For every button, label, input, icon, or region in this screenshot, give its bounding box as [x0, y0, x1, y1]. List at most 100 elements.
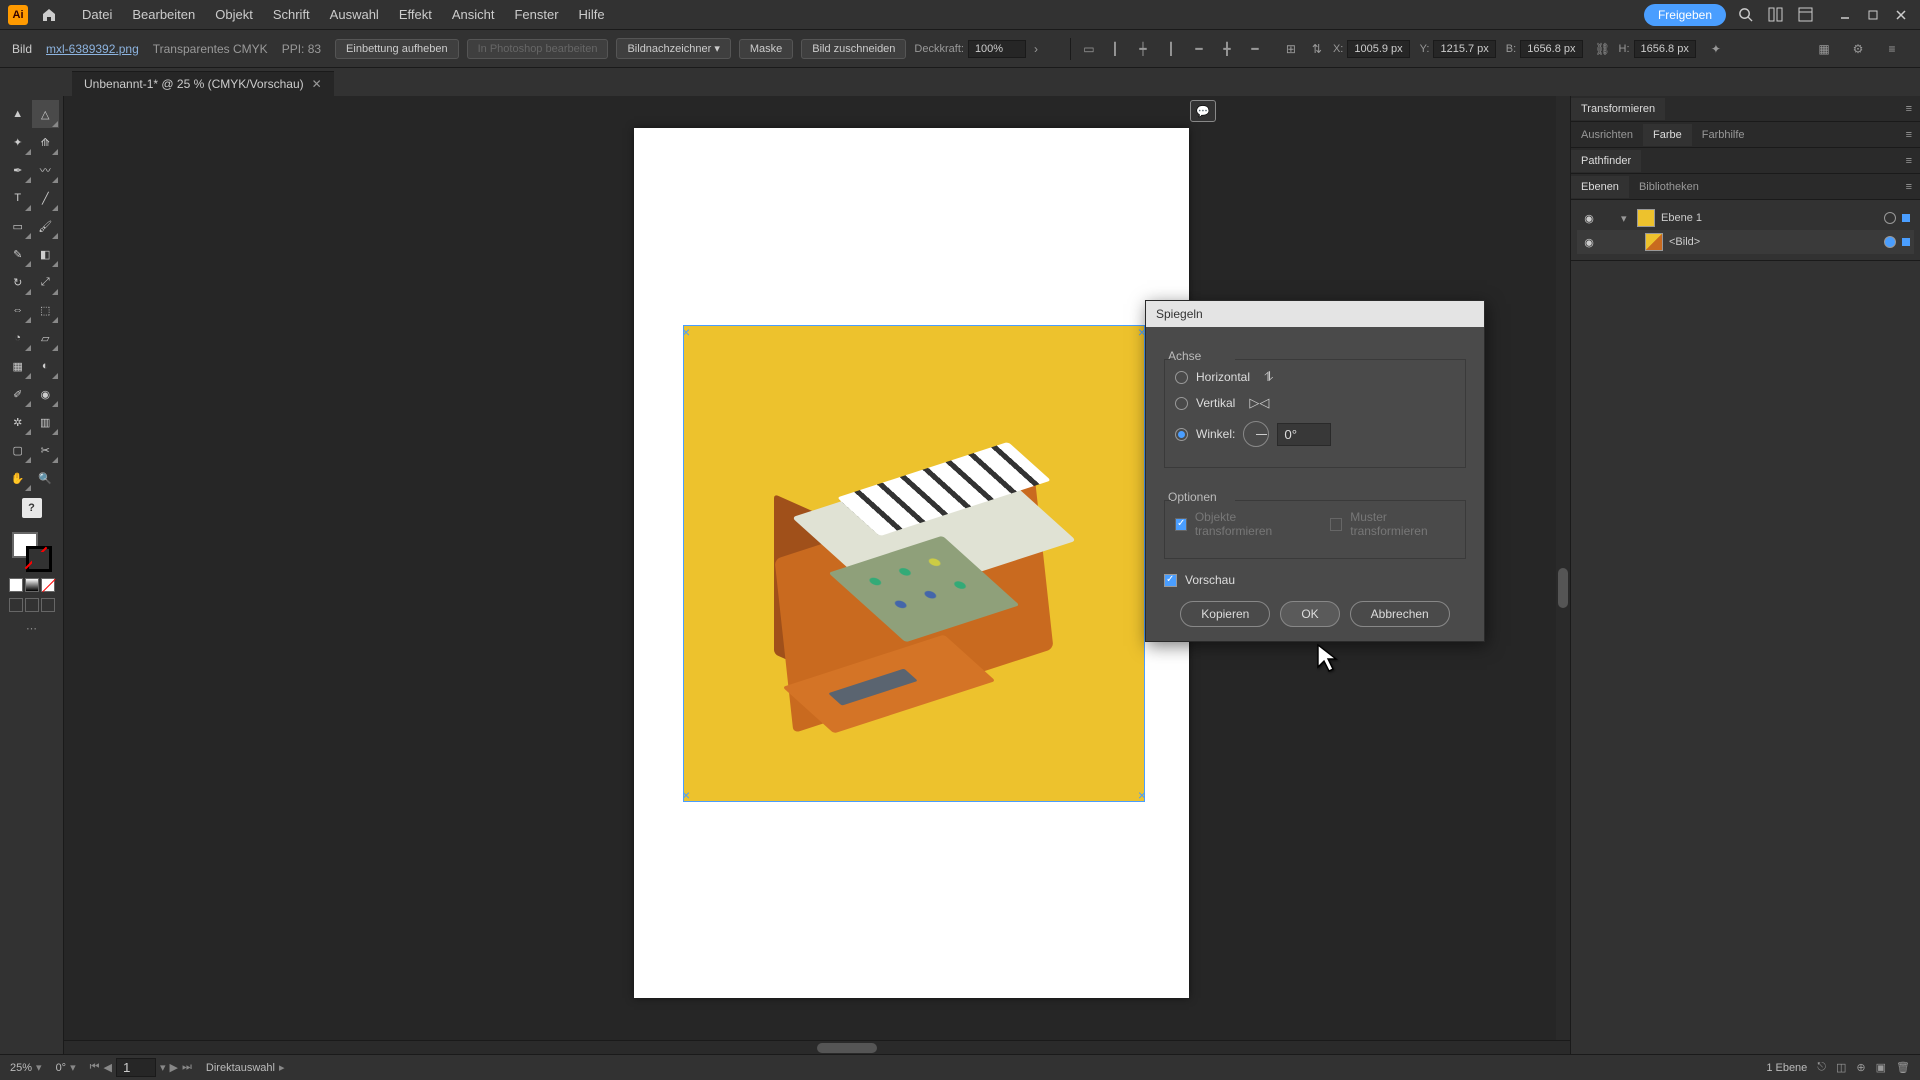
horizontal-scrollbar[interactable] [64, 1040, 1570, 1054]
color-mode-none[interactable] [41, 578, 55, 592]
placed-image[interactable]: × × × × [684, 326, 1144, 801]
magic-wand-tool[interactable]: ✦ [4, 128, 32, 156]
close-tab-icon[interactable]: ✕ [312, 77, 322, 91]
search-icon[interactable] [1734, 4, 1756, 26]
layer-sub-row[interactable]: ◉ <Bild> [1577, 230, 1914, 254]
panel-flyout-icon[interactable]: ≡ [1898, 155, 1920, 167]
visibility-toggle-icon[interactable]: ◉ [1581, 236, 1597, 249]
mask-button[interactable]: Maske [739, 39, 793, 59]
arrange-documents-icon[interactable] [1764, 4, 1786, 26]
paintbrush-tool[interactable]: 🖌 [32, 212, 60, 240]
horizontal-radio[interactable] [1175, 371, 1188, 384]
home-icon[interactable] [38, 4, 60, 26]
workspace-icon[interactable] [1794, 4, 1816, 26]
angle-radio[interactable] [1175, 428, 1188, 441]
menu-effect[interactable]: Effekt [389, 7, 442, 22]
color-panel-tab[interactable]: Farbe [1643, 124, 1692, 146]
direct-selection-tool[interactable]: △ [32, 100, 60, 128]
scrollbar-thumb[interactable] [817, 1043, 877, 1053]
y-field[interactable]: 1215.7 px [1433, 40, 1495, 58]
last-artboard-icon[interactable]: ⏭ [182, 1061, 192, 1074]
target-icon[interactable] [1884, 236, 1896, 248]
visibility-toggle-icon[interactable]: ◉ [1581, 212, 1597, 225]
menu-help[interactable]: Hilfe [569, 7, 615, 22]
image-trace-button[interactable]: Bildnachzeichner ▾ [616, 38, 730, 59]
panel-menu-icon[interactable]: ≡ [1882, 39, 1902, 59]
opacity-stepper-icon[interactable]: › [1026, 39, 1046, 59]
comments-panel-icon[interactable]: 💬 [1190, 100, 1216, 122]
document-setup-icon[interactable]: ▭ [1079, 39, 1099, 59]
minimize-icon[interactable] [1834, 4, 1856, 26]
menu-file[interactable]: Datei [72, 7, 122, 22]
blend-tool[interactable]: ◉ [32, 380, 60, 408]
eyedropper-tool[interactable]: ✐ [4, 380, 32, 408]
artboard-number-field[interactable] [116, 1058, 156, 1077]
first-artboard-icon[interactable]: ⏮ [90, 1061, 100, 1074]
panel-flyout-icon[interactable]: ≡ [1898, 129, 1920, 141]
align-center-icon[interactable]: ┿ [1133, 39, 1153, 59]
width-tool[interactable]: ⇔ [4, 296, 32, 324]
edit-toolbar-icon[interactable]: ⋯ [4, 622, 59, 635]
status-menu-icon[interactable]: ▸ [279, 1061, 285, 1074]
crop-image-button[interactable]: Bild zuschneiden [801, 39, 906, 59]
color-mode-solid[interactable] [9, 578, 23, 592]
disclosure-triangle-icon[interactable]: ▾ [1621, 212, 1631, 225]
shape-properties-icon[interactable]: ✦ [1706, 39, 1726, 59]
menu-select[interactable]: Auswahl [320, 7, 389, 22]
symbol-sprayer-tool[interactable]: ✲ [4, 408, 32, 436]
selection-handle-icon[interactable]: × [682, 787, 690, 803]
width-field[interactable]: 1656.8 px [1520, 40, 1582, 58]
rotate-tool[interactable]: ↻ [4, 268, 32, 296]
panel-flyout-icon[interactable]: ≡ [1898, 103, 1920, 115]
align-middle-icon[interactable]: ╋ [1217, 39, 1237, 59]
hand-tool[interactable]: ✋ [4, 464, 32, 492]
align-top-icon[interactable]: ━ [1189, 39, 1209, 59]
prev-artboard-icon[interactable]: ◀ [104, 1061, 112, 1074]
maximize-icon[interactable] [1862, 4, 1884, 26]
gpu-preview-icon[interactable]: ▦ [1814, 39, 1834, 59]
panel-flyout-icon[interactable]: ≡ [1898, 181, 1920, 193]
preview-checkbox[interactable] [1164, 574, 1177, 587]
menu-window[interactable]: Fenster [504, 7, 568, 22]
angle-input[interactable] [1277, 423, 1331, 446]
layer-name[interactable]: Ebene 1 [1661, 212, 1878, 224]
next-artboard-icon[interactable]: ▶ [170, 1061, 178, 1074]
scrollbar-thumb[interactable] [1558, 568, 1568, 608]
menu-view[interactable]: Ansicht [442, 7, 505, 22]
share-button[interactable]: Freigeben [1644, 4, 1726, 26]
slice-tool[interactable]: ✂ [32, 436, 60, 464]
graph-tool[interactable]: ▥ [32, 408, 60, 436]
opacity-value[interactable]: 100% [968, 40, 1026, 58]
fill-stroke-swatch[interactable] [12, 532, 52, 572]
align-bottom-icon[interactable]: ━ [1245, 39, 1265, 59]
document-tab[interactable]: Unbenannt-1* @ 25 % (CMYK/Vorschau) ✕ [72, 71, 334, 96]
linked-file-name[interactable]: mxl-6389392.png [46, 42, 139, 56]
new-sublayer-icon[interactable]: ⊕ [1856, 1061, 1865, 1074]
selection-handle-icon[interactable]: × [682, 324, 690, 340]
close-window-icon[interactable] [1890, 4, 1912, 26]
libraries-panel-tab[interactable]: Bibliotheken [1629, 176, 1709, 198]
vertical-radio[interactable] [1175, 397, 1188, 410]
ok-button[interactable]: OK [1280, 601, 1339, 627]
transform-panel-tab[interactable]: Transformieren [1571, 98, 1665, 120]
zoom-tool[interactable]: 🔍 [32, 464, 60, 492]
stroke-swatch[interactable] [26, 546, 52, 572]
line-tool[interactable]: ╱ [32, 184, 60, 212]
zoom-level[interactable]: 25% [10, 1062, 32, 1074]
constrain-proportions-icon[interactable]: ⛓ [1593, 39, 1613, 59]
artboard-dropdown-icon[interactable]: ▾ [160, 1061, 166, 1074]
lasso-tool[interactable]: ⟰ [32, 128, 60, 156]
pathfinder-panel-tab[interactable]: Pathfinder [1571, 150, 1641, 172]
locate-object-icon[interactable]: ⎋ [1817, 1061, 1826, 1074]
menu-type[interactable]: Schrift [263, 7, 320, 22]
rotation-dropdown-icon[interactable]: ▾ [70, 1061, 76, 1074]
color-mode-gradient[interactable] [25, 578, 39, 592]
layer-item-name[interactable]: <Bild> [1669, 236, 1878, 248]
shape-builder-tool[interactable]: ◔ [4, 324, 32, 352]
height-field[interactable]: 1656.8 px [1634, 40, 1696, 58]
preferences-icon[interactable]: ⚙ [1848, 39, 1868, 59]
x-field[interactable]: 1005.9 px [1347, 40, 1409, 58]
perspective-tool[interactable]: ▱ [32, 324, 60, 352]
draw-behind[interactable] [25, 598, 39, 612]
layers-panel-tab[interactable]: Ebenen [1571, 176, 1629, 198]
